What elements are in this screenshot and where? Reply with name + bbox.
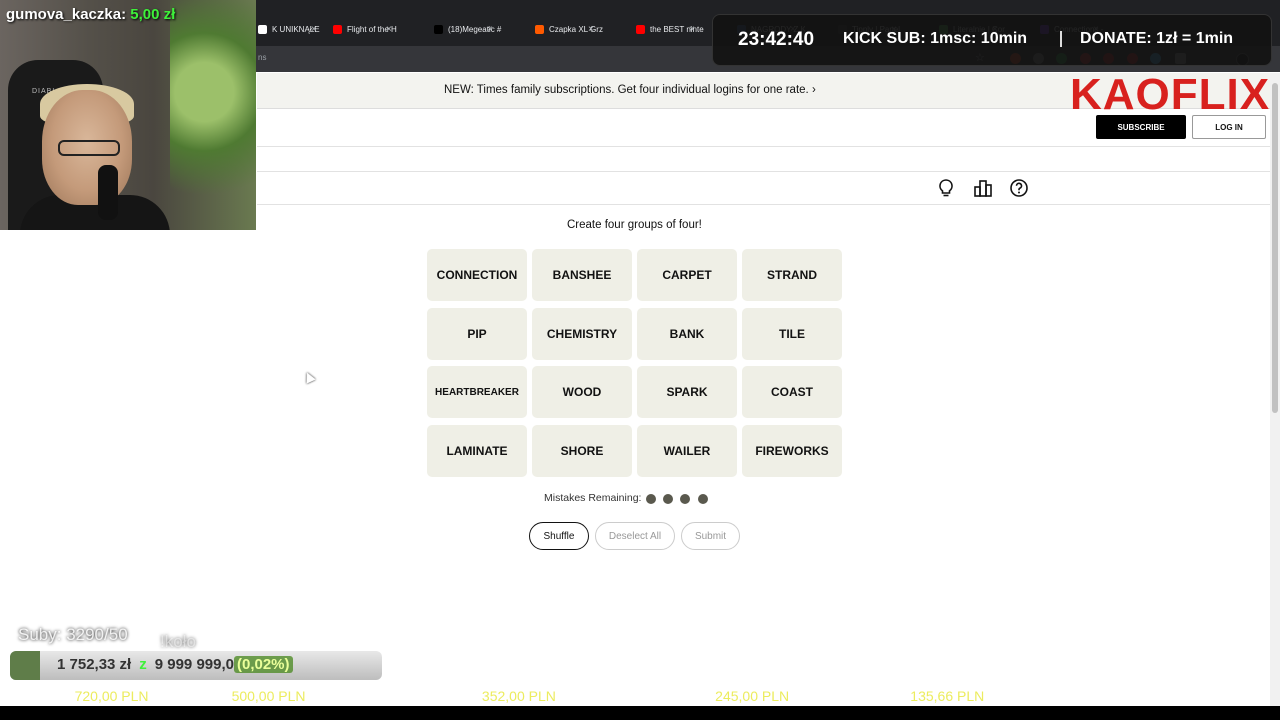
address-text: ns [258,53,267,62]
donation-goal-text: 1 752,33 zł z 9 999 999,0 (0,02%) [57,656,293,673]
word-tile[interactable]: SHORE [532,425,632,477]
instructions-text: Create four groups of four! [567,219,702,231]
tab-close-icon[interactable]: × [689,20,695,38]
word-tile[interactable]: LAMINATE [427,425,527,477]
tab-favicon-icon [434,24,443,34]
ticker-item: 5. nymeria392 - 135,66 PLN [809,688,984,704]
word-tile[interactable]: CONNECTION [427,249,527,301]
ticker-name: 3. maryja matka jezusa - [325,688,482,704]
tab-favicon-icon [258,24,267,34]
ticker-name: 4. Czerwona fasolka - [575,688,716,704]
tab-label: the BEST ninte [650,24,704,34]
help-icon[interactable] [1009,178,1029,198]
wheel-command: !koło [160,632,196,651]
ticker-item: 3. maryja matka jezusa - 352,00 PLN [326,688,556,704]
hint-bulb-icon[interactable] [936,178,956,198]
goal-target: 9 999 999,0 [154,656,234,673]
ticker-amount: 500,00 PLN [231,688,306,704]
donate-text: DONATE: 1zł = 1min [1080,30,1234,47]
kick-sub-text: KICK SUB: 1msc: 10min [843,30,1028,47]
donor-name: gumova_kaczka: [6,6,127,23]
donation-alert: gumova_kaczka: 5,00 zł [6,6,175,23]
word-tile[interactable]: SPARK [637,366,737,418]
mistake-dot [698,494,708,504]
ticker-name: 1. Jezus - [10,688,75,704]
mouse-cursor [302,370,316,384]
word-tile[interactable]: CARPET [637,249,737,301]
word-tile[interactable]: STRAND [742,249,842,301]
word-tile[interactable]: COAST [742,366,842,418]
page-scrollbar[interactable] [1270,73,1280,706]
word-tile[interactable]: FIREWORKS [742,425,842,477]
ticker-item: 4. Czerwona fasolka - 245,00 PLN [576,688,789,704]
header-divider [257,146,1270,147]
word-tile[interactable]: WOOD [532,366,632,418]
word-tile[interactable]: HEARTBREAKER [427,366,527,418]
word-tile[interactable]: WAILER [637,425,737,477]
word-tile[interactable]: BANK [637,308,737,360]
ticker-name: 2. Fringi - [168,688,232,704]
ticker-amount: 720,00 PLN [74,688,149,704]
kaoflix-watermark: KAOFLIX [1070,70,1271,119]
tab-close-icon[interactable]: × [487,20,493,38]
login-button[interactable]: LOG IN [1192,115,1266,139]
goal-current: 1 752,33 zł [57,656,132,673]
overlay-divider [1060,31,1062,47]
word-tile[interactable]: TILE [742,308,842,360]
submit-button[interactable]: Submit [681,522,740,550]
tab-label: (18)Megeatic # [448,24,502,34]
donation-amount: 5,00 zł [130,6,176,23]
ticker-item: 1. Jezus - 720,00 PLN [10,688,149,704]
word-tile[interactable]: BANSHEE [532,249,632,301]
toolbar-top-divider [257,171,1270,172]
tab-close-icon[interactable]: × [311,20,317,38]
ticker-amount: 352,00 PLN [481,688,556,704]
shuffle-button[interactable]: Shuffle [529,522,589,550]
webcam-feed: DIABLO gumova_kaczka: 5,00 zł [0,0,256,230]
tab-close-icon[interactable]: × [386,20,392,38]
subscribe-button[interactable]: SUBSCRIBE [1096,115,1186,139]
word-tile[interactable]: PIP [427,308,527,360]
promo-banner-text[interactable]: NEW: Times family subscriptions. Get fou… [444,84,816,96]
mistakes-label: Mistakes Remaining: [544,492,642,504]
scrollbar-thumb[interactable] [1272,83,1278,413]
ticker-item: 2. Fringi - 500,00 PLN [169,688,306,704]
mistake-dot [663,494,673,504]
tab-label: Czapka XL Grzy [549,24,603,34]
mistake-dot [646,494,656,504]
goal-percent: (0,02%) [233,656,293,673]
tab-favicon-icon [535,24,544,34]
goal-separator: z [139,656,147,673]
word-tile[interactable]: CHEMISTRY [532,308,632,360]
toolbar-bottom-divider [257,204,1270,205]
sub-counter: Suby: 3290/50 [18,625,128,644]
tab-favicon-icon [636,24,645,34]
ticker-name: 5. nymeria392 - [809,688,911,704]
stream-clock: 23:42:40 [738,29,815,50]
ticker-amount: 245,00 PLN [715,688,790,704]
tab-close-icon[interactable]: × [588,20,594,38]
top-donors-ticker: 1. Jezus - 720,00 PLN 2. Fringi - 500,00 … [0,688,1280,710]
leaderboard-icon[interactable] [973,178,993,198]
tab-favicon-icon [333,24,342,34]
deselect-all-button[interactable]: Deselect All [595,522,675,550]
mistake-dot [680,494,690,504]
ticker-amount: 135,66 PLN [910,688,985,704]
